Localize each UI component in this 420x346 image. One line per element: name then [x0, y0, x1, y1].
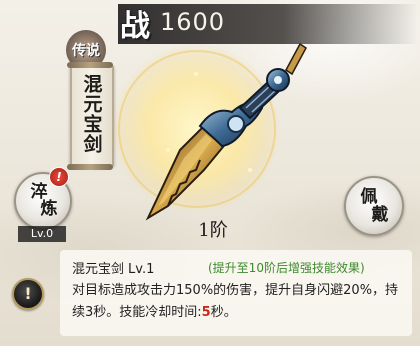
- refine-label: 淬 炼: [16, 184, 70, 218]
- refine-label-bottom: 炼: [40, 199, 58, 219]
- alert-badge: !: [50, 168, 68, 186]
- skill-upgrade-hint: (提升至10阶后增强技能效果): [208, 261, 365, 275]
- skill-description: 对目标造成攻击力150%的伤害，提升自身闪避20%，持续3秒。技能冷却时间:5秒…: [72, 280, 404, 324]
- refine-label-top: 淬: [30, 182, 48, 202]
- skill-title: 混元宝剑 Lv.1: [72, 258, 154, 277]
- power-value: 1600: [160, 8, 226, 36]
- power-icon: 战: [120, 9, 150, 44]
- weapon-stage: 1阶: [198, 220, 228, 241]
- skill-cooldown: 5: [201, 305, 211, 320]
- info-button[interactable]: !: [12, 278, 44, 310]
- equip-button[interactable]: 佩 戴: [344, 176, 404, 236]
- equip-label: 佩 戴: [346, 188, 402, 224]
- skill-desc-end: 秒。: [210, 305, 237, 320]
- equip-label-top: 佩: [360, 187, 378, 207]
- skill-level: Lv.1: [128, 262, 155, 277]
- weapon-name-plate: 混元宝剑: [67, 62, 114, 170]
- skill-name: 混元宝剑: [72, 262, 125, 277]
- equip-label-bottom: 戴: [371, 205, 389, 225]
- refine-level: Lv.0: [18, 226, 66, 242]
- weapon-name: 混元宝剑: [80, 74, 103, 154]
- skill-info-panel: 混元宝剑 Lv.1 (提升至10阶后增强技能效果) 对目标造成攻击力150%的伤害…: [60, 250, 412, 336]
